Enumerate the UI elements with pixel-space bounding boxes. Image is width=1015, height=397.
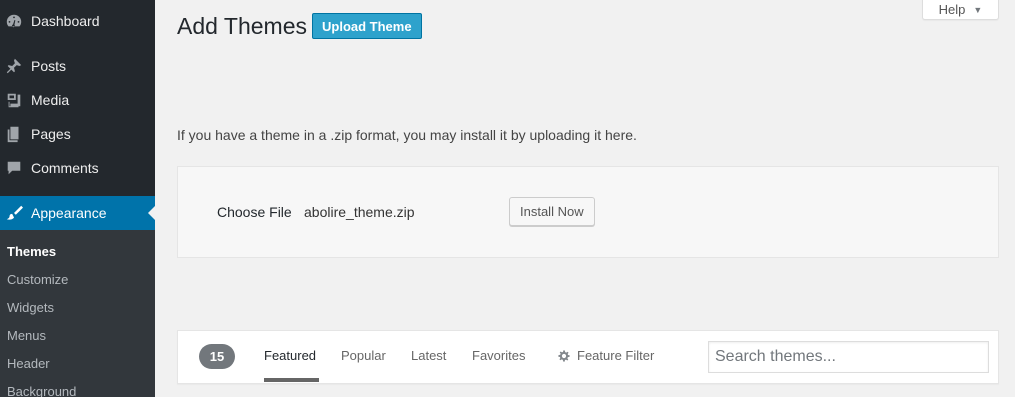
sidebar-item-label: Media [31, 92, 70, 108]
sidebar-item-posts[interactable]: Posts [0, 49, 155, 83]
upload-description: If you have a theme in a .zip format, yo… [177, 127, 637, 143]
appearance-submenu: Themes Customize Widgets Menus Header Ba… [0, 230, 155, 397]
active-indicator-arrow [148, 206, 155, 220]
submenu-item-background[interactable]: Background [7, 384, 76, 397]
current-tab-indicator [264, 378, 319, 382]
page-title: Add Themes [177, 13, 307, 39]
selected-file-name: abolire_theme.zip [304, 204, 415, 220]
sidebar-item-label: Appearance [31, 205, 107, 221]
theme-filter-bar: 15 Featured Popular Latest Favorites Fea… [177, 330, 999, 384]
sidebar-item-label: Pages [31, 126, 71, 142]
sidebar-item-label: Dashboard [31, 13, 100, 29]
filter-tab-featured[interactable]: Featured [264, 348, 316, 363]
choose-file-button[interactable]: Choose File [217, 204, 292, 220]
admin-sidebar: Dashboard Posts Media Pages Comments App… [0, 0, 155, 397]
sidebar-item-comments[interactable]: Comments [0, 151, 155, 185]
filter-tab-favorites[interactable]: Favorites [472, 348, 525, 363]
theme-count-badge: 15 [199, 344, 235, 369]
sidebar-item-label: Comments [31, 160, 99, 176]
search-themes-input[interactable] [708, 341, 989, 373]
pin-icon [4, 56, 24, 76]
feature-filter-label: Feature Filter [577, 348, 655, 363]
media-icon [4, 90, 24, 110]
caret-down-icon: ▼ [973, 4, 983, 15]
sidebar-item-dashboard[interactable]: Dashboard [0, 4, 155, 38]
sidebar-item-appearance[interactable]: Appearance [0, 196, 155, 230]
submenu-item-widgets[interactable]: Widgets [7, 300, 54, 315]
install-now-button[interactable]: Install Now [509, 197, 595, 226]
filter-tab-popular[interactable]: Popular [341, 348, 386, 363]
sidebar-item-media[interactable]: Media [0, 83, 155, 117]
sidebar-item-pages[interactable]: Pages [0, 117, 155, 151]
upload-form: Choose File abolire_theme.zip Install No… [177, 166, 999, 258]
help-label: Help [938, 2, 966, 17]
submenu-item-customize[interactable]: Customize [7, 272, 68, 287]
sidebar-item-label: Posts [31, 58, 67, 74]
comment-icon [4, 158, 24, 178]
submenu-item-menus[interactable]: Menus [7, 328, 46, 343]
submenu-item-themes[interactable]: Themes [7, 244, 56, 259]
upload-theme-button[interactable]: Upload Theme [312, 13, 422, 39]
help-tab-button[interactable]: Help ▼ [922, 0, 999, 20]
feature-filter-button[interactable]: Feature Filter [557, 348, 654, 363]
gear-icon [558, 349, 570, 362]
filter-tab-latest[interactable]: Latest [411, 348, 446, 363]
paintbrush-icon [4, 203, 24, 223]
pages-icon [4, 124, 24, 144]
dashboard-icon [4, 11, 24, 31]
submenu-item-header[interactable]: Header [7, 356, 50, 371]
